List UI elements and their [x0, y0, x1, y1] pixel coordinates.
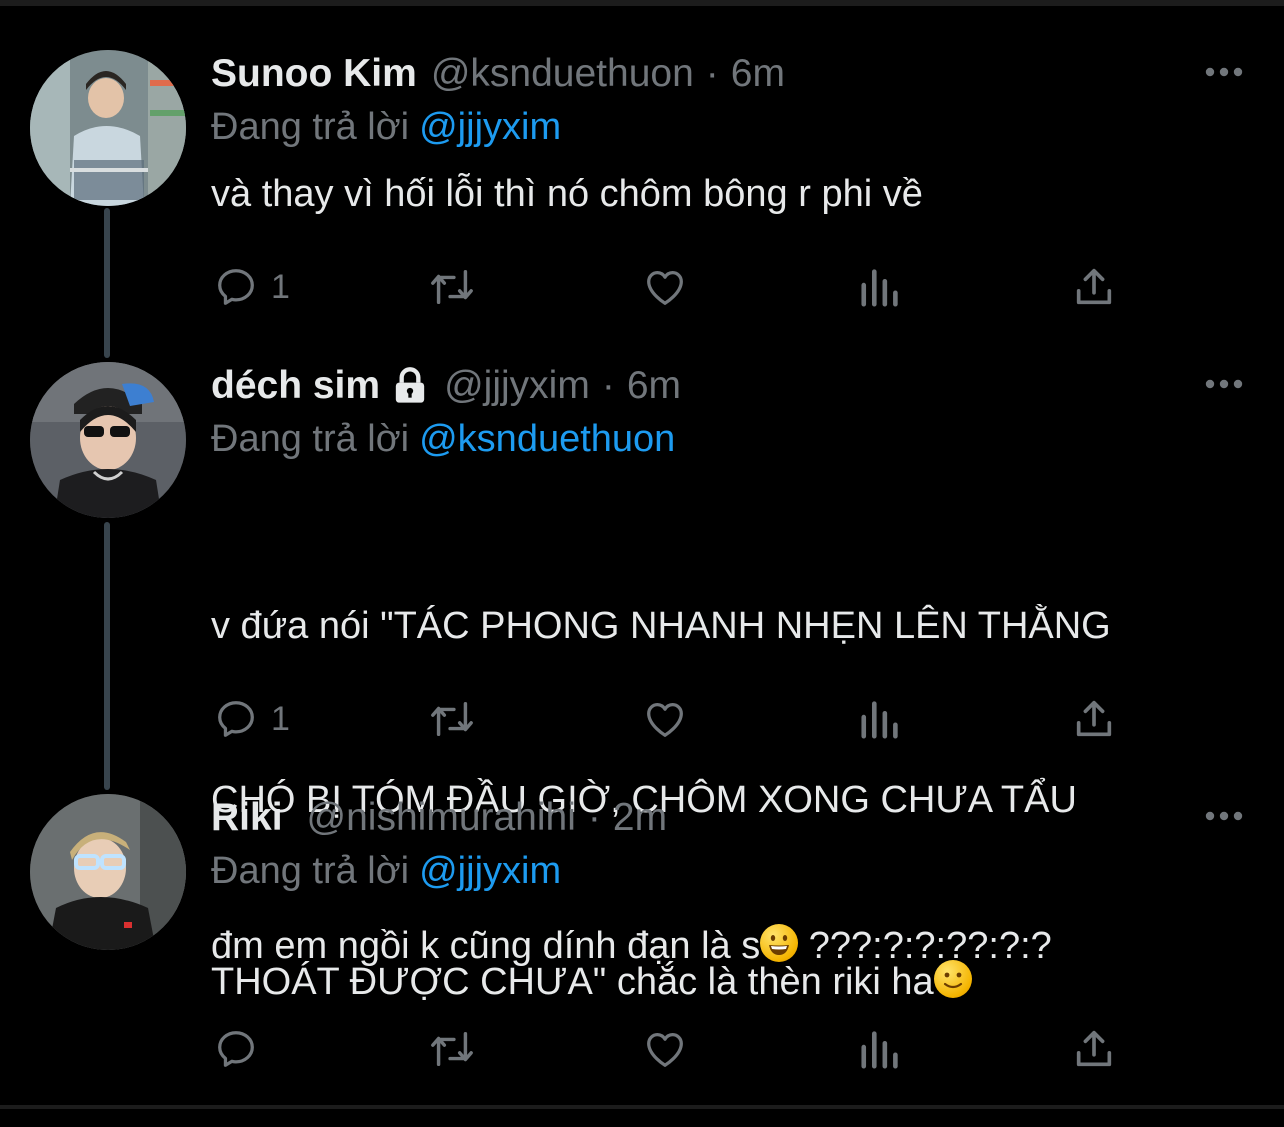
mention-link[interactable]: @jjjyxim — [419, 106, 561, 148]
retweet-button[interactable] — [426, 1024, 478, 1074]
separator-dot: · — [601, 364, 615, 407]
tweet-actions — [211, 1024, 1131, 1074]
lock-icon — [395, 367, 425, 403]
views-icon — [861, 1031, 898, 1069]
like-icon — [647, 702, 683, 737]
avatar[interactable] — [30, 794, 186, 950]
replying-to: Đang trả lời @jjjyxim — [211, 847, 1244, 895]
like-button[interactable] — [641, 262, 689, 312]
tweet-actions: 1 — [211, 694, 1131, 744]
reply-count: 1 — [271, 267, 290, 306]
share-icon — [1076, 1030, 1112, 1067]
more-icon — [1205, 379, 1243, 389]
retweet-button[interactable] — [426, 694, 478, 744]
user-handle[interactable]: @jjjyxim — [444, 362, 590, 410]
avatar[interactable] — [30, 362, 186, 518]
tweet-text-line: v đứa nói "TÁC PHONG NHANH NHẸN LÊN THẰN… — [211, 605, 1111, 647]
display-name[interactable]: Riki — [211, 794, 283, 842]
more-button[interactable] — [1184, 796, 1244, 836]
avatar[interactable] — [30, 50, 186, 206]
reply-icon — [218, 1031, 254, 1067]
mention-link[interactable]: @jjjyxim — [419, 850, 561, 892]
like-button[interactable] — [641, 694, 689, 744]
timestamp[interactable]: 6m — [731, 50, 785, 98]
retweet-icon — [431, 269, 473, 305]
reply-button[interactable] — [213, 1024, 271, 1074]
reply-count: 1 — [271, 699, 290, 738]
display-name[interactable]: Sunoo Kim — [211, 50, 417, 98]
user-handle[interactable]: @nishimurahihi — [307, 794, 576, 842]
retweet-icon — [431, 1031, 473, 1067]
separator-dot: · — [587, 796, 601, 839]
share-icon — [1076, 700, 1112, 737]
tweet[interactable]: Sunoo Kim @ksnduethuon · 6m Đang trả lời… — [0, 50, 1284, 340]
reply-icon — [218, 701, 254, 737]
replying-to: Đang trả lời @jjjyxim — [211, 103, 1244, 151]
replying-to: Đang trả lời @ksnduethuon — [211, 415, 1244, 463]
more-button[interactable] — [1184, 364, 1244, 404]
like-icon — [647, 270, 683, 305]
retweet-icon — [431, 701, 473, 737]
share-button[interactable] — [1071, 694, 1117, 744]
views-button[interactable] — [859, 262, 903, 312]
reply-button[interactable]: 1 — [213, 694, 290, 744]
tweet[interactable]: déch sim @jjjyxim · 6m Đang trả lời @ksnd… — [0, 362, 1284, 1003]
tweet-text: đm em ngồi k cũng dính đạn là s ???:?:?:… — [211, 924, 1052, 967]
share-button[interactable] — [1071, 262, 1117, 312]
grinning-face-icon — [760, 924, 799, 962]
more-icon — [1205, 811, 1243, 821]
display-name[interactable]: déch sim — [211, 362, 380, 410]
share-icon — [1076, 268, 1112, 305]
like-button[interactable] — [641, 1024, 689, 1074]
retweet-button[interactable] — [426, 262, 478, 312]
bottom-divider — [0, 1105, 1284, 1109]
views-button[interactable] — [859, 694, 903, 744]
views-icon — [861, 269, 898, 307]
timestamp[interactable]: 6m — [627, 362, 681, 410]
separator-dot: · — [705, 52, 719, 95]
timestamp[interactable]: 2m — [613, 794, 667, 842]
tweet[interactable]: Riki @nishimurahihi · 2m Đang trả lời @jj… — [0, 794, 1284, 1084]
replying-label: Đang trả lời — [211, 106, 410, 148]
reply-button[interactable]: 1 — [213, 262, 290, 312]
share-button[interactable] — [1071, 1024, 1117, 1074]
top-divider — [0, 0, 1284, 6]
user-handle[interactable]: @ksnduethuon — [431, 50, 694, 98]
views-button[interactable] — [859, 1024, 903, 1074]
views-icon — [861, 701, 898, 739]
tweet-actions: 1 — [211, 262, 1131, 312]
more-button[interactable] — [1184, 52, 1244, 92]
mention-link[interactable]: @ksnduethuon — [419, 418, 675, 460]
replying-label: Đang trả lời — [211, 850, 410, 892]
replying-label: Đang trả lời — [211, 418, 410, 460]
tweet-text: và thay vì hối lỗi thì nó chôm bông r ph… — [211, 173, 923, 215]
more-icon — [1205, 67, 1243, 77]
reply-icon — [218, 269, 254, 305]
like-icon — [647, 1032, 683, 1067]
